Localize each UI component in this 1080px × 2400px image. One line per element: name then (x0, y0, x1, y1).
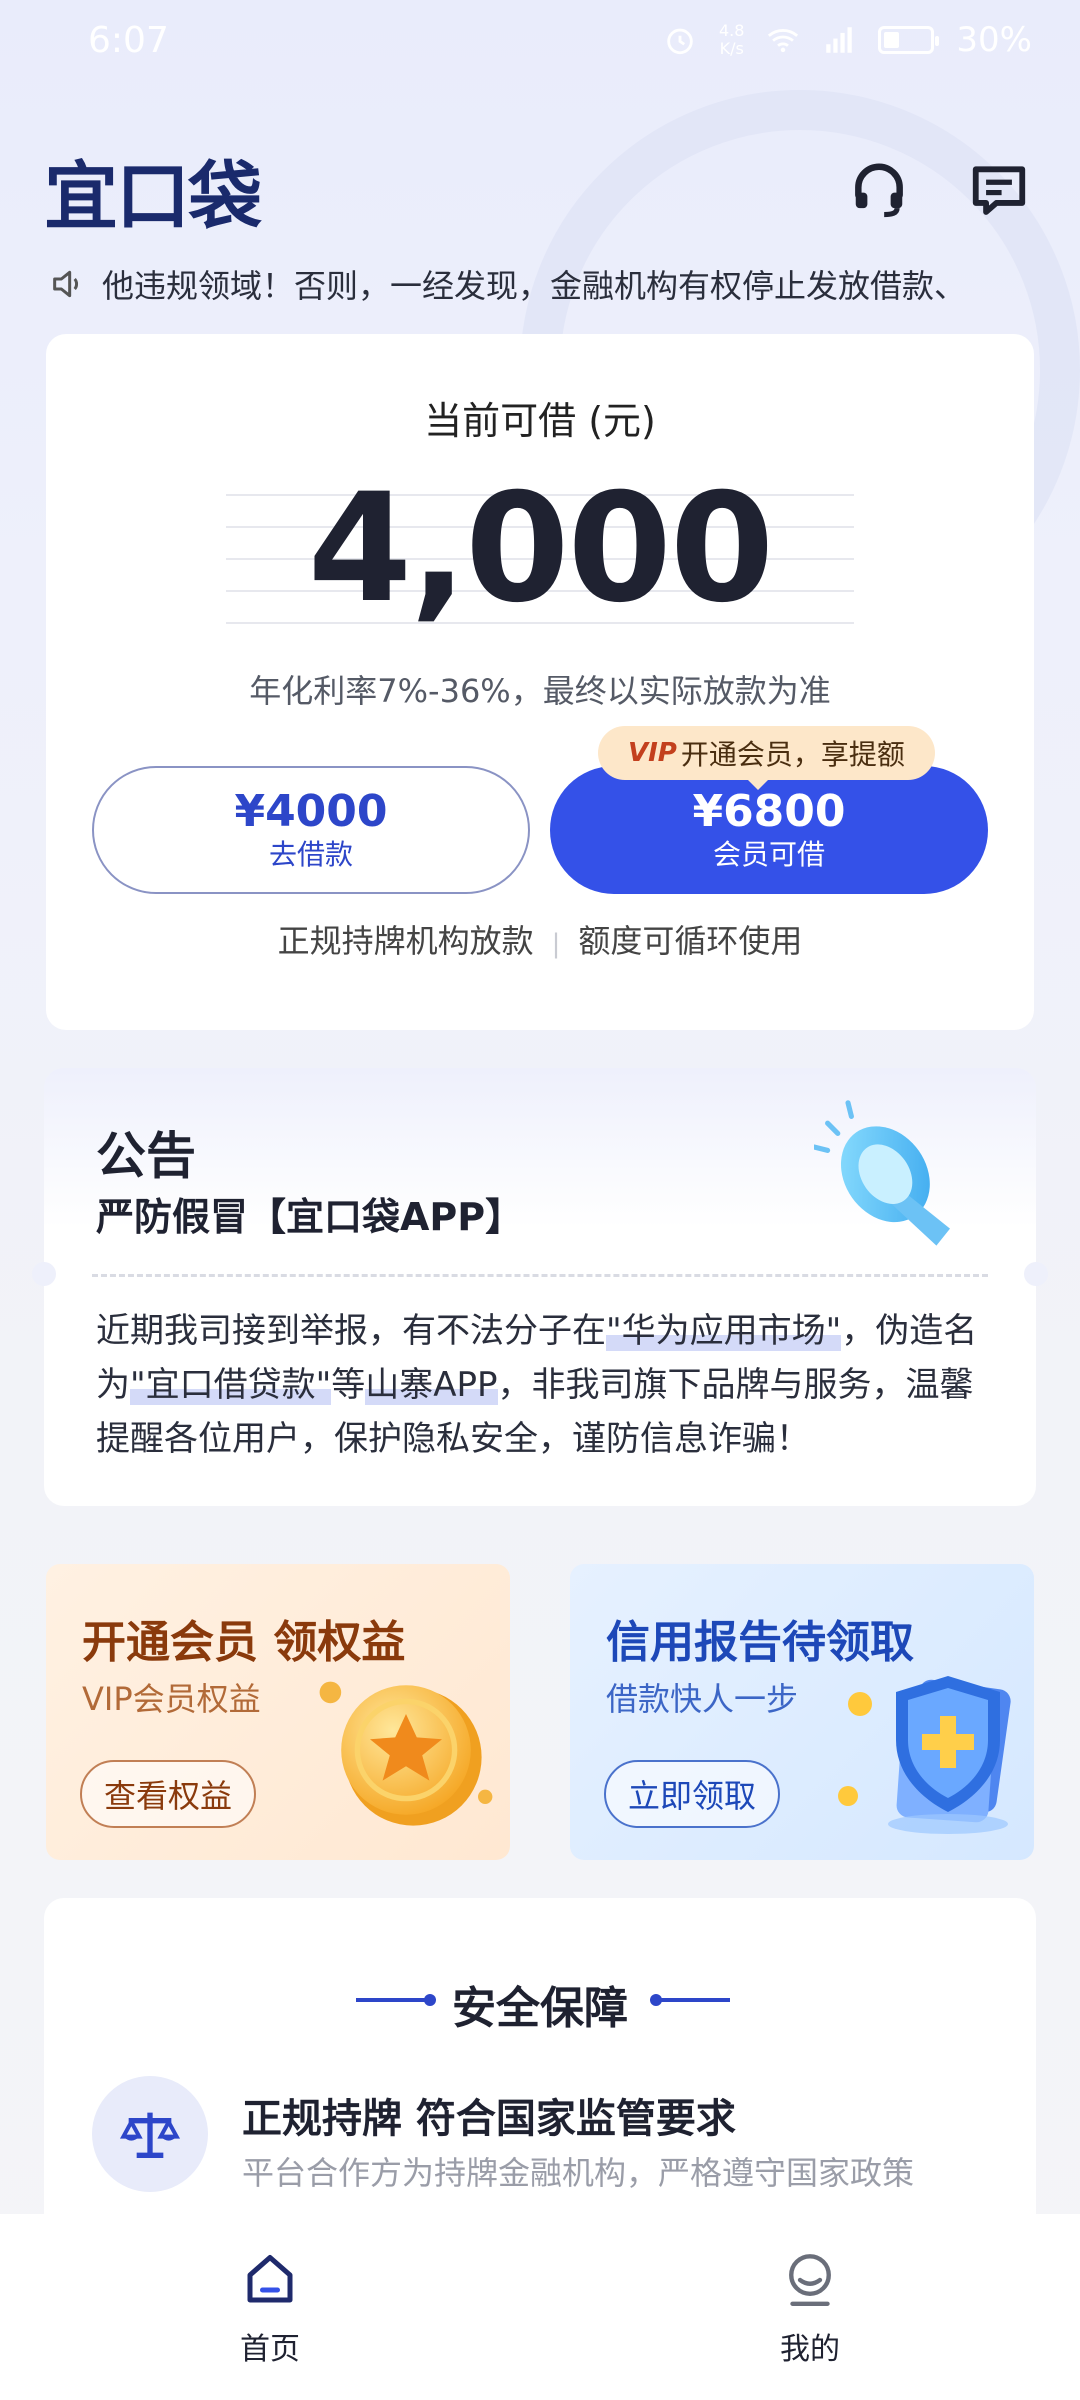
feature-list: 正规持牌机构放款 | 额度可循环使用 (46, 916, 1034, 962)
battery-percent: 30% (956, 20, 1032, 60)
shield-icon (838, 1676, 1011, 1834)
status-bar: 6:07 4.8 K/s 30% (0, 0, 1080, 80)
borrow-button[interactable]: ¥4000 去借款 (92, 766, 530, 894)
divider-notch-left (32, 1262, 56, 1286)
bottom-tab-bar: 首页 我的 (0, 2214, 1080, 2400)
highlight-fake-app: 山寨APP (365, 1365, 498, 1405)
divider-notch-right (1024, 1262, 1048, 1286)
security-item-desc: 平台合作方为持牌金融机构，严格遵守国家政策 (242, 2154, 915, 2192)
feature-revolving: 额度可循环使用 (578, 922, 803, 960)
vip-card-subtitle: VIP会员权益 (82, 1680, 261, 1718)
tab-home[interactable]: 首页 (200, 2250, 340, 2368)
announcement-divider (92, 1274, 988, 1277)
tab-home-label: 首页 (240, 2332, 300, 2367)
announcement-subtitle: 严防假冒【宜口袋APP】 (96, 1195, 524, 1239)
vip-logo-icon: VIP (628, 738, 677, 768)
feature-divider: | (551, 929, 561, 959)
battery-icon (878, 26, 940, 54)
feature-licensed: 正规持牌机构放款 (277, 922, 534, 960)
member-label: 会员可借 (712, 838, 825, 871)
vip-tag-text: 开通会员，享提额 (680, 738, 905, 771)
marquee-text: 他违规领域！否则，一经发现，金融机构有权停止发放借款、 (102, 267, 967, 305)
credit-report-card[interactable]: 信用报告待领取 借款快人一步 立即领取 (570, 1564, 1034, 1860)
megaphone-icon (814, 1100, 950, 1246)
announcement-card[interactable]: 公告 严防假冒【宜口袋APP】 近期我司接到举报，有不法分子在"华为应用市场"，… (32, 1068, 1048, 1506)
headset-icon[interactable] (848, 159, 910, 221)
vip-benefits-card[interactable]: 开通会员 领权益 VIP会员权益 查看权益 (46, 1564, 510, 1860)
borrow-amount: ¥4000 (234, 786, 388, 837)
alarm-icon (667, 28, 693, 55)
scale-icon (92, 2076, 208, 2192)
profile-icon (789, 2254, 831, 2306)
status-time: 6:07 (88, 19, 169, 61)
security-title: 安全保障 (452, 1983, 628, 2034)
gold-coin-icon (319, 1681, 493, 1826)
net-speed: 4.8 K/s (718, 21, 745, 58)
credit-card: 当前可借 (元) 4,000 年化利率7%-36%，最终以实际放款为准 ¥400… (46, 334, 1034, 1030)
highlight-fake-name: "宜口借贷款" (130, 1365, 332, 1405)
borrow-label: 去借款 (268, 838, 353, 871)
claim-now-button[interactable]: 立即领取 (604, 1760, 781, 1828)
message-icon[interactable] (968, 159, 1030, 221)
wifi-icon (768, 29, 799, 53)
available-amount: 4,000 (307, 462, 774, 636)
interest-rate-text: 年化利率7%-36%，最终以实际放款为准 (249, 672, 831, 710)
available-title: 当前可借 (元) (424, 399, 656, 443)
speaker-icon (53, 270, 79, 298)
title-decoration-right (650, 1994, 730, 2006)
credit-card-subtitle: 借款快人一步 (606, 1680, 799, 1718)
view-benefits-button[interactable]: 查看权益 (80, 1760, 257, 1828)
header-actions (848, 159, 1030, 221)
status-icons: 4.8 K/s 30% (663, 20, 1032, 60)
tab-mine-label: 我的 (780, 2332, 840, 2367)
amount-display: 4,000 (226, 464, 854, 634)
home-icon (247, 2255, 293, 2303)
signal-icon (826, 27, 853, 53)
app-logo: 宜口袋 (44, 153, 262, 240)
vip-promo-tag[interactable]: VIP 开通会员，享提额 (598, 726, 935, 790)
member-borrow-button[interactable]: ¥6800 会员可借 (550, 766, 988, 894)
app-header: 宜口袋 (44, 150, 1036, 240)
tab-mine[interactable]: 我的 (740, 2250, 880, 2368)
security-item-title: 正规持牌 符合国家监管要求 (242, 2096, 736, 2142)
notice-marquee[interactable]: 他违规领域！否则，一经发现，金融机构有权停止发放借款、 (48, 256, 1040, 312)
highlight-store: "华为应用市场" (606, 1311, 842, 1351)
announcement-body: 近期我司接到举报，有不法分子在"华为应用市场"，伪造名为"宜口借贷款"等山寨AP… (96, 1311, 978, 1459)
announcement-title: 公告 (96, 1127, 196, 1185)
member-amount: ¥6800 (692, 786, 846, 837)
